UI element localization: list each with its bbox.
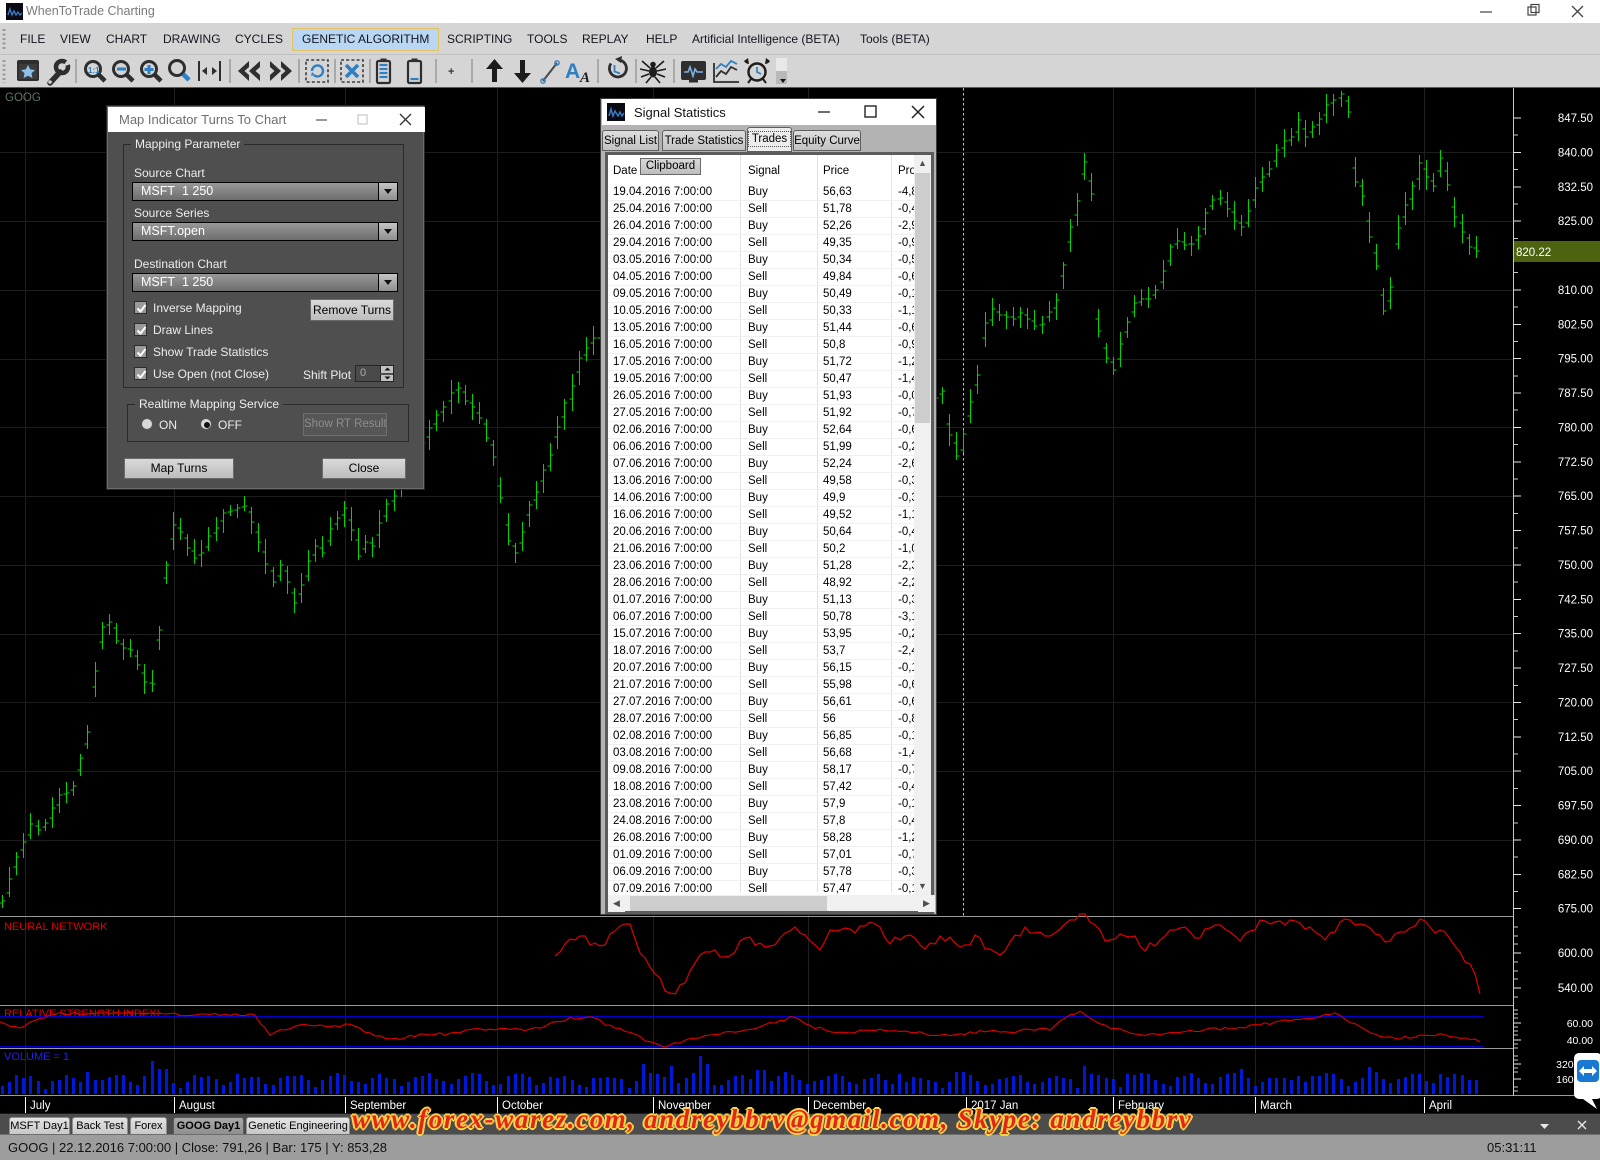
svg-text:720.00: 720.00 [1558,698,1593,710]
svg-text:VOLUME = 1: VOLUME = 1 [4,1051,69,1063]
svg-text:682.50: 682.50 [1558,869,1593,881]
svg-text:675.00: 675.00 [1558,904,1593,916]
svg-text:772.50: 772.50 [1558,457,1593,469]
svg-text:March: March [1260,1100,1292,1112]
svg-text:600.00: 600.00 [1558,948,1593,960]
svg-text:40.00: 40.00 [1567,1035,1593,1047]
svg-text:802.50: 802.50 [1558,319,1593,331]
svg-text:750.00: 750.00 [1558,560,1593,572]
svg-text:705.00: 705.00 [1558,766,1593,778]
svg-text:735.00: 735.00 [1558,629,1593,641]
svg-text:757.50: 757.50 [1558,526,1593,538]
svg-text:825.00: 825.00 [1558,216,1593,228]
svg-text:712.50: 712.50 [1558,732,1593,744]
svg-text:+: + [448,66,454,78]
svg-text:690.00: 690.00 [1558,835,1593,847]
svg-text:August: August [179,1100,216,1112]
svg-text:820.22: 820.22 [1516,247,1551,259]
svg-text:A: A [565,60,580,83]
svg-text:NEURAL NETWORK: NEURAL NETWORK [4,921,108,933]
svg-text:780.00: 780.00 [1558,422,1593,434]
svg-text:540.00: 540.00 [1558,983,1593,995]
svg-text:727.50: 727.50 [1558,663,1593,675]
svg-text:787.50: 787.50 [1558,388,1593,400]
svg-text:GOOG: GOOG [5,92,41,104]
svg-text:840.00: 840.00 [1558,147,1593,159]
svg-text:60.00: 60.00 [1567,1018,1593,1030]
svg-text:RELATIVE STRENGTH INDEXI: RELATIVE STRENGTH INDEXI [4,1008,160,1020]
svg-text:810.00: 810.00 [1558,285,1593,297]
svg-text:795.00: 795.00 [1558,354,1593,366]
svg-text:July: July [30,1100,51,1112]
svg-text:742.50: 742.50 [1558,594,1593,606]
svg-text:832.50: 832.50 [1558,182,1593,194]
svg-text:697.50: 697.50 [1558,801,1593,813]
svg-text:April: April [1429,1100,1452,1112]
svg-text:A: A [579,70,590,86]
svg-text:765.00: 765.00 [1558,491,1593,503]
svg-text:1:1: 1:1 [88,66,100,75]
svg-text:847.50: 847.50 [1558,113,1593,125]
